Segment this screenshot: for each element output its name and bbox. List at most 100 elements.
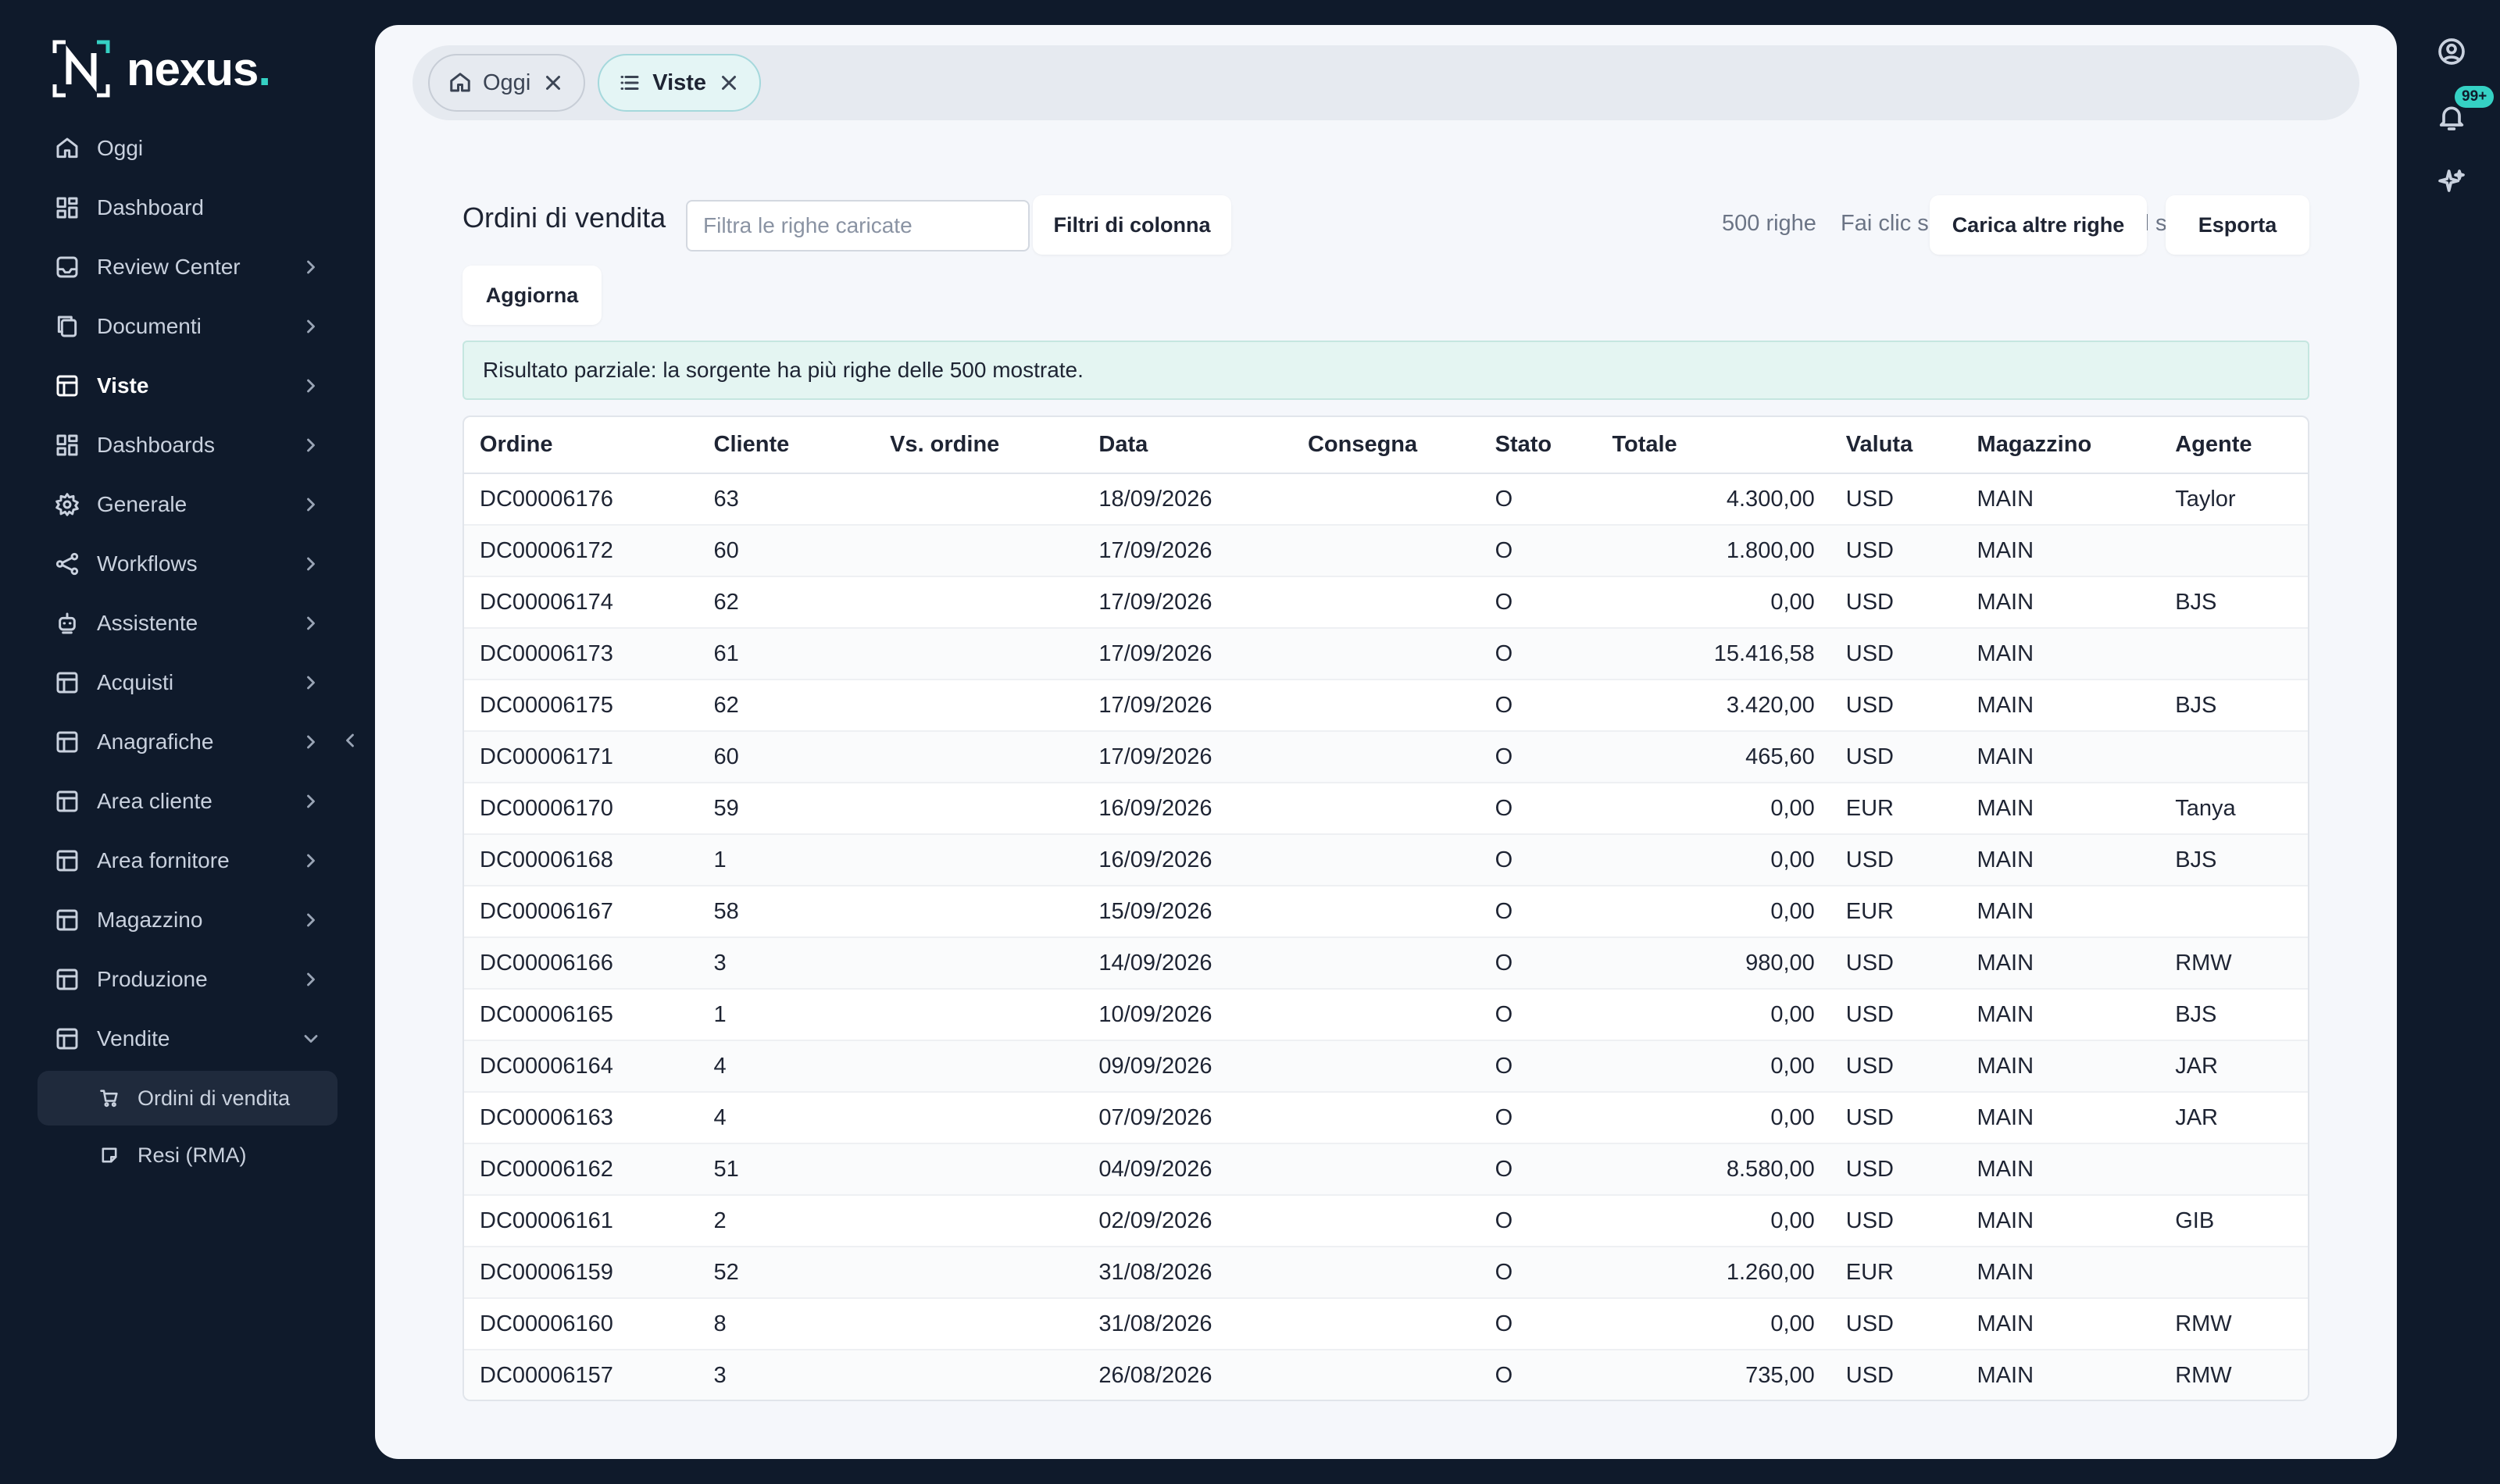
- table-row[interactable]: DC00006160 8 31/08/2026 O 0,00 USD MAIN RMW: [464, 1298, 2308, 1350]
- cell-consegna: [1291, 886, 1480, 938]
- cell-magazzino: MAIN: [1961, 525, 2160, 577]
- chevron-right-icon: [300, 434, 322, 456]
- tab-bar: Oggi Viste: [412, 45, 2359, 120]
- sidebar-item-oggi[interactable]: Oggi: [38, 119, 338, 178]
- chevron-right-icon: [300, 494, 322, 515]
- column-header-data[interactable]: Data: [1083, 417, 1292, 474]
- table-row[interactable]: DC00006162 51 04/09/2026 O 8.580,00 USD MAIN: [464, 1143, 2308, 1196]
- sidebar-item-label: Vendite: [97, 1026, 170, 1051]
- cell-stato: O: [1479, 1247, 1597, 1299]
- cell-magazzino: MAIN: [1961, 834, 2160, 886]
- cell-consegna: [1291, 1195, 1480, 1247]
- chevron-right-icon: [300, 612, 322, 634]
- sparkles-ai-icon[interactable]: [2436, 167, 2467, 198]
- user-account-icon[interactable]: [2436, 36, 2467, 67]
- column-header-magazzino[interactable]: Magazzino: [1961, 417, 2160, 474]
- column-header-stato[interactable]: Stato: [1479, 417, 1597, 474]
- table-icon: [55, 373, 80, 398]
- collapse-sidebar-chevron-left-icon[interactable]: [339, 730, 361, 751]
- sidebar-item-dashboards[interactable]: Dashboards: [38, 416, 338, 475]
- list-icon: [618, 71, 641, 95]
- sidebar-item-produzione[interactable]: Produzione: [38, 950, 338, 1009]
- table-row[interactable]: DC00006166 3 14/09/2026 O 980,00 USD MAIN RMW: [464, 937, 2308, 990]
- cell-vs-ordine: [874, 783, 1084, 835]
- table-row[interactable]: DC00006161 2 02/09/2026 O 0,00 USD MAIN GIB: [464, 1195, 2308, 1247]
- table-row[interactable]: DC00006175 62 17/09/2026 O 3.420,00 USD MAIN BJ…: [464, 680, 2308, 732]
- sidebar-item-vendite[interactable]: Vendite: [38, 1009, 338, 1068]
- cell-data: 17/09/2026: [1083, 576, 1292, 629]
- sidebar-item-generale[interactable]: Generale: [38, 475, 338, 534]
- export-button[interactable]: Esporta: [2166, 195, 2309, 255]
- cell-cliente: 51: [698, 1143, 875, 1196]
- cell-magazzino: MAIN: [1961, 473, 2160, 526]
- sidebar-item-area-cliente[interactable]: Area cliente: [38, 772, 338, 831]
- sidebar-item-dashboard[interactable]: Dashboard: [38, 178, 338, 237]
- close-icon[interactable]: [717, 71, 741, 95]
- table-row[interactable]: DC00006173 61 17/09/2026 O 15.416,58 USD MAIN: [464, 628, 2308, 680]
- sidebar-item-label: Area cliente: [97, 789, 212, 813]
- table-row[interactable]: DC00006171 60 17/09/2026 O 465,60 USD MAIN: [464, 731, 2308, 783]
- table-row[interactable]: DC00006168 1 16/09/2026 O 0,00 USD MAIN BJS: [464, 834, 2308, 886]
- sidebar-item-magazzino[interactable]: Magazzino: [38, 890, 338, 950]
- column-header-totale[interactable]: Totale: [1596, 417, 1830, 474]
- sidebar-item-label: Magazzino: [97, 908, 203, 932]
- refresh-button[interactable]: Aggiorna: [462, 266, 602, 325]
- cell-magazzino: MAIN: [1961, 1092, 2160, 1144]
- cell-totale: 980,00: [1596, 937, 1830, 990]
- column-header-cliente[interactable]: Cliente: [698, 417, 875, 474]
- sidebar-item-anagrafiche[interactable]: Anagrafiche: [38, 712, 338, 772]
- cell-magazzino: MAIN: [1961, 886, 2160, 938]
- load-more-rows-button[interactable]: Carica altre righe: [1930, 195, 2147, 255]
- cell-ordine: DC00006157: [464, 1350, 698, 1400]
- table-row[interactable]: DC00006170 59 16/09/2026 O 0,00 EUR MAIN Tanya: [464, 783, 2308, 835]
- table-row[interactable]: DC00006176 63 18/09/2026 O 4.300,00 USD MAIN Ta…: [464, 473, 2308, 526]
- main-panel: Oggi Viste Ordini di vendita Filtri di c…: [375, 25, 2397, 1459]
- cell-agente: JAR: [2159, 1092, 2308, 1144]
- sidebar-item-assistente[interactable]: Assistente: [38, 594, 338, 653]
- sidebar-item-acquisti[interactable]: Acquisti: [38, 653, 338, 712]
- sidebar-subitem-ordini-di-vendita[interactable]: Ordini di vendita: [38, 1071, 338, 1125]
- column-header-consegna[interactable]: Consegna: [1291, 417, 1480, 474]
- chevron-right-icon: [300, 553, 322, 575]
- brand-logo[interactable]: nexus.: [52, 37, 271, 100]
- cell-data: 09/09/2026: [1083, 1040, 1292, 1093]
- column-header-vs-ordine[interactable]: Vs. ordine: [874, 417, 1084, 474]
- column-filters-button[interactable]: Filtri di colonna: [1033, 195, 1231, 255]
- cell-ordine: DC00006161: [464, 1195, 698, 1247]
- table-row[interactable]: DC00006159 52 31/08/2026 O 1.260,00 EUR MAIN: [464, 1247, 2308, 1299]
- tab-oggi[interactable]: Oggi: [428, 54, 586, 112]
- sidebar-item-review-center[interactable]: Review Center: [38, 237, 338, 297]
- table-row[interactable]: DC00006163 4 07/09/2026 O 0,00 USD MAIN JAR: [464, 1092, 2308, 1144]
- cell-stato: O: [1479, 576, 1597, 629]
- partial-result-notice: Risultato parziale: la sorgente ha più r…: [462, 341, 2309, 400]
- cell-agente: [2159, 886, 2308, 938]
- cell-ordine: DC00006167: [464, 886, 698, 938]
- column-header-ordine[interactable]: Ordine: [464, 417, 698, 474]
- cell-vs-ordine: [874, 525, 1084, 577]
- table-row[interactable]: DC00006165 1 10/09/2026 O 0,00 USD MAIN BJS: [464, 989, 2308, 1041]
- column-header-valuta[interactable]: Valuta: [1830, 417, 1962, 474]
- close-icon[interactable]: [541, 71, 565, 95]
- cell-valuta: USD: [1830, 834, 1962, 886]
- cell-agente: Tanya: [2159, 783, 2308, 835]
- sidebar-item-documenti[interactable]: Documenti: [38, 297, 338, 356]
- table-row[interactable]: DC00006172 60 17/09/2026 O 1.800,00 USD MAIN: [464, 525, 2308, 577]
- sidebar-item-area-fornitore[interactable]: Area fornitore: [38, 831, 338, 890]
- table-row[interactable]: DC00006157 3 26/08/2026 O 735,00 USD MAIN RMW: [464, 1350, 2308, 1400]
- sidebar-subitem-resi-rma[interactable]: Resi (RMA): [38, 1128, 338, 1183]
- table-row[interactable]: DC00006167 58 15/09/2026 O 0,00 EUR MAIN: [464, 886, 2308, 938]
- sidebar-item-label: Workflows: [97, 551, 198, 576]
- tab-viste[interactable]: Viste: [598, 54, 762, 112]
- cell-agente: [2159, 525, 2308, 577]
- sidebar-item-viste[interactable]: Viste: [38, 356, 338, 416]
- filter-rows-input[interactable]: [686, 200, 1030, 251]
- sidebar-item-workflows[interactable]: Workflows: [38, 534, 338, 594]
- logo-mark-icon: [52, 39, 111, 98]
- dashboard-icon: [55, 433, 80, 458]
- table-row[interactable]: DC00006164 4 09/09/2026 O 0,00 USD MAIN JAR: [464, 1040, 2308, 1093]
- table-row[interactable]: DC00006174 62 17/09/2026 O 0,00 USD MAIN BJS: [464, 576, 2308, 629]
- sidebar-item-label: Area fornitore: [97, 848, 230, 872]
- sidebar-subitem-label: Resi (RMA): [138, 1143, 247, 1167]
- cell-valuta: USD: [1830, 731, 1962, 783]
- column-header-agente[interactable]: Agente: [2159, 417, 2308, 474]
